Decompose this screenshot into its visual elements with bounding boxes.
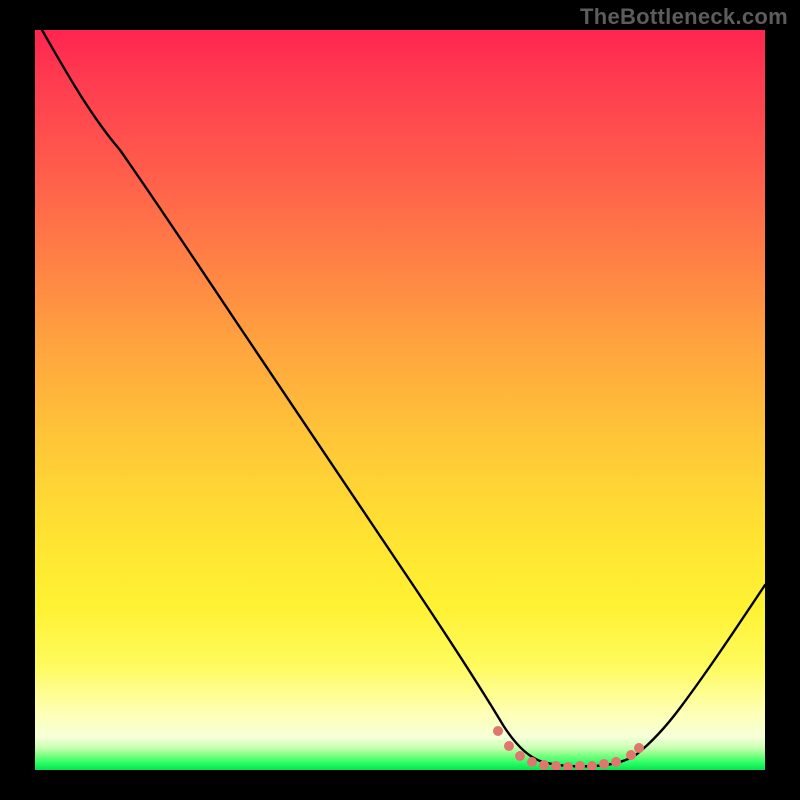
plot-area	[35, 30, 765, 770]
optimal-range-markers	[493, 726, 644, 770]
curve-layer	[35, 30, 765, 770]
bottleneck-curve	[42, 30, 765, 766]
chart-frame: TheBottleneck.com	[0, 0, 800, 800]
watermark-text: TheBottleneck.com	[580, 4, 788, 30]
